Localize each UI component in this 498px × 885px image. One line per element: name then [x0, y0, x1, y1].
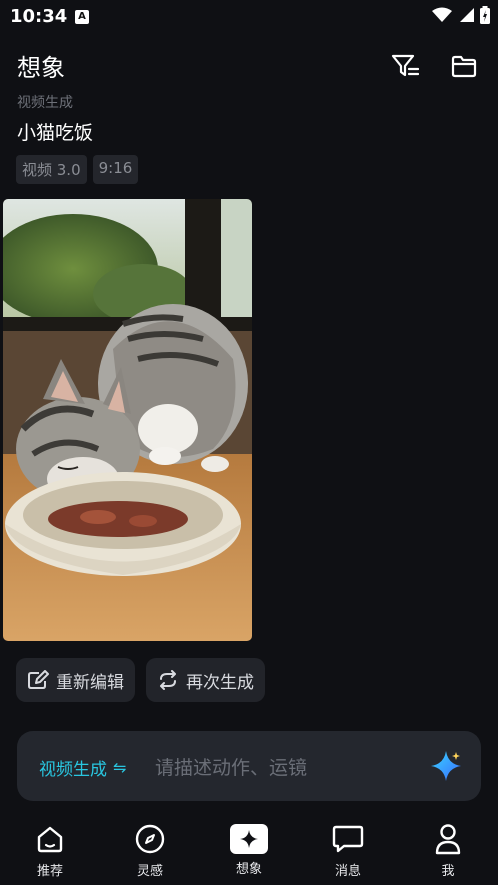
- model-tag: 视频 3.0: [16, 155, 87, 184]
- folder-icon[interactable]: [448, 50, 480, 82]
- refresh-icon: [160, 670, 176, 690]
- filter-icon[interactable]: [389, 50, 421, 82]
- reedit-label: 重新编辑: [56, 672, 124, 693]
- tab-label: 想象: [235, 862, 262, 877]
- generated-video-thumbnail[interactable]: [3, 199, 252, 641]
- compass-icon: [135, 824, 165, 854]
- mode-selector[interactable]: 视频生成 ⇋: [39, 755, 126, 780]
- mode-label: 视频生成: [39, 760, 107, 780]
- tab-recommend[interactable]: 推荐: [0, 818, 100, 885]
- wifi-icon: [432, 7, 452, 22]
- tab-inspiration[interactable]: 灵感: [100, 818, 200, 885]
- signal-icon: [460, 8, 474, 22]
- page-title: 想象: [17, 54, 65, 82]
- ratio-tag: 9:16: [92, 155, 139, 184]
- status-time: 10:34: [10, 6, 68, 27]
- header: 想象: [0, 40, 498, 90]
- home-icon: [37, 826, 63, 853]
- tab-label: 灵感: [136, 864, 163, 879]
- prompt-input[interactable]: 请描述动作、运镜: [155, 753, 307, 780]
- reedit-button[interactable]: 重新编辑: [16, 658, 135, 702]
- notification-icon: A: [75, 10, 89, 24]
- category-label: 视频生成: [17, 95, 73, 111]
- regenerate-label: 再次生成: [186, 672, 254, 693]
- tab-messages[interactable]: 消息: [298, 818, 398, 885]
- result-actions: 重新编辑 再次生成: [16, 658, 265, 702]
- status-icons: [432, 6, 490, 24]
- prompt-composer[interactable]: 视频生成 ⇋ 请描述动作、运镜: [17, 731, 481, 801]
- tab-me[interactable]: 我: [398, 818, 498, 885]
- bottom-tab-bar: 推荐 灵感 想象 消息 我: [0, 818, 498, 885]
- tab-imagine[interactable]: 想象: [199, 818, 299, 885]
- tag-list: 视频 3.0 9:16: [16, 155, 139, 184]
- sparkle-icon: [240, 830, 258, 848]
- status-bar: 10:34 A: [0, 0, 498, 34]
- prompt-title: 小猫吃饭: [17, 122, 94, 144]
- chat-bubble-icon: [332, 825, 364, 853]
- edit-icon: [28, 670, 49, 689]
- tab-label: 消息: [334, 864, 361, 879]
- sparkle-send-icon[interactable]: [429, 749, 463, 783]
- tab-label: 推荐: [36, 864, 63, 879]
- tab-label: 我: [441, 864, 455, 879]
- battery-icon: [480, 6, 490, 24]
- regenerate-button[interactable]: 再次生成: [146, 658, 265, 702]
- swap-icon: ⇋: [113, 758, 127, 777]
- user-icon: [435, 824, 461, 855]
